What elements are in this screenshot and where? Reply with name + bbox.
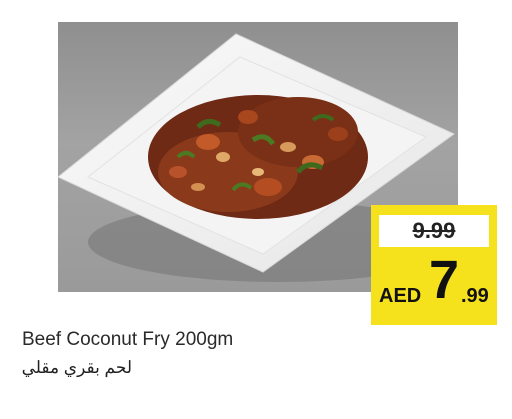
price-decimal: .99 xyxy=(461,285,489,307)
price-tag: 9.99 AED 7 .99 xyxy=(371,205,497,325)
product-name-arabic: لحم بقري مقلي xyxy=(21,358,132,377)
currency-label: AED xyxy=(379,285,422,307)
food-pile xyxy=(148,95,368,219)
old-price: 9.99 xyxy=(412,218,456,243)
product-name: Beef Coconut Fry 200gm xyxy=(22,329,234,350)
old-price-box: 9.99 xyxy=(379,215,489,247)
price-integer: 7 xyxy=(429,250,460,310)
